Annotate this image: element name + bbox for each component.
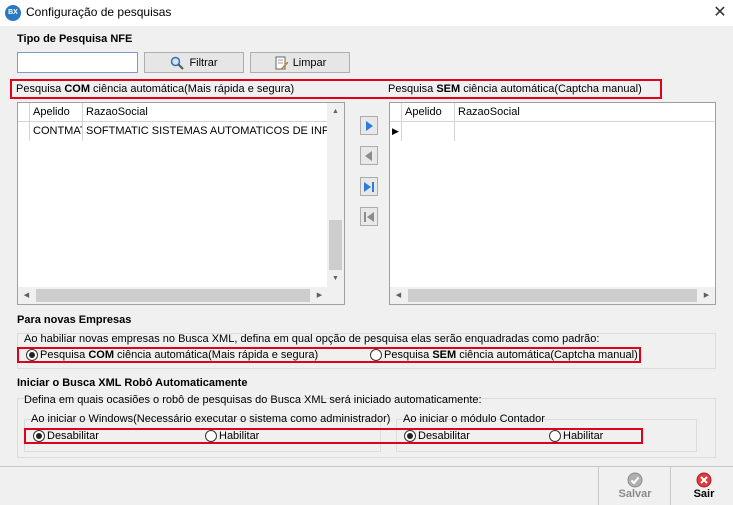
radio-windows-disable-label: Desabilitar	[47, 430, 99, 442]
arrow-right-end-icon	[364, 181, 374, 192]
radio-unchecked-icon	[205, 430, 217, 442]
scroll-up-icon[interactable]: ▲	[327, 103, 344, 120]
move-all-left-button[interactable]	[360, 207, 378, 226]
new-companies-description: Ao habiliar novas empresas no Busca XML,…	[24, 333, 600, 345]
radio-unchecked-icon	[549, 430, 561, 442]
radio-contador-enable-label: Habilitar	[563, 430, 604, 442]
move-left-button[interactable]	[360, 146, 378, 165]
scroll-left-icon[interactable]: ◀	[18, 287, 35, 304]
radio-new-com-label: Pesquisa COM ciência automática(Mais ráp…	[40, 349, 319, 361]
window-title: Configuração de pesquisas	[26, 5, 172, 19]
scroll-right-icon[interactable]: ▶	[698, 287, 715, 304]
contador-start-label: Ao iniciar o módulo Contador	[403, 413, 545, 425]
radio-windows-disable[interactable]: Desabilitar	[33, 430, 99, 442]
table-row[interactable]: ▶	[390, 122, 715, 141]
column-header-razaosocial[interactable]: RazaoSocial	[83, 103, 328, 122]
radio-windows-enable[interactable]: Habilitar	[205, 430, 259, 442]
app-logo-icon: BX	[5, 5, 21, 21]
search-section-title: Tipo de Pesquisa NFE	[17, 33, 133, 45]
exit-button[interactable]: Sair	[676, 472, 732, 500]
scroll-right-icon[interactable]: ▶	[311, 287, 328, 304]
right-panel-label: Pesquisa SEM ciência automática(Captcha …	[388, 83, 642, 95]
scroll-down-icon[interactable]: ▼	[327, 270, 344, 287]
save-button[interactable]: Salvar	[605, 472, 665, 500]
auto-start-description: Defina em quais ocasiões o robô de pesqu…	[24, 394, 482, 406]
radio-windows-enable-label: Habilitar	[219, 430, 260, 442]
close-icon[interactable]: ✕	[709, 2, 731, 24]
search-input[interactable]	[17, 52, 138, 73]
move-all-right-button[interactable]	[360, 177, 378, 196]
radio-new-sem[interactable]: Pesquisa SEM ciência automática(Captcha …	[370, 349, 638, 361]
radio-contador-disable-label: Desabilitar	[418, 430, 470, 442]
exit-button-label: Sair	[693, 488, 715, 500]
magnifier-icon	[171, 56, 185, 70]
save-button-label: Salvar	[618, 488, 652, 500]
row-pointer-icon: ▶	[390, 122, 402, 141]
left-panel-label: Pesquisa COM ciência automática(Mais ráp…	[16, 83, 295, 95]
radio-checked-icon	[33, 430, 45, 442]
radio-new-sem-label: Pesquisa SEM ciência automática(Captcha …	[384, 349, 638, 361]
column-header-razaosocial[interactable]: RazaoSocial	[455, 103, 715, 122]
cell-razaosocial: SOFTMATIC SISTEMAS AUTOMATICOS DE INFO	[86, 125, 328, 137]
left-grid-horizontal-scrollbar[interactable]: ◀ ▶	[18, 287, 328, 304]
auto-start-title: Iniciar o Busca XML Robô Automaticamente	[17, 377, 248, 389]
scroll-thumb[interactable]	[408, 289, 697, 302]
radio-contador-disable[interactable]: Desabilitar	[404, 430, 470, 442]
radio-checked-icon	[26, 349, 38, 361]
new-companies-title: Para novas Empresas	[17, 314, 132, 326]
move-right-button[interactable]	[360, 116, 378, 135]
filter-button-label: Filtrar	[189, 56, 218, 69]
left-grid-vertical-scrollbar[interactable]: ▲ ▼	[327, 103, 344, 287]
left-companies-grid[interactable]: Apelido RazaoSocial CONTMAT SOFTMATIC SI…	[17, 102, 345, 305]
right-grid-horizontal-scrollbar[interactable]: ◀ ▶	[390, 287, 715, 304]
right-companies-grid[interactable]: Apelido RazaoSocial ▶ ◀ ▶	[389, 102, 716, 305]
arrow-left-icon	[365, 150, 372, 161]
radio-contador-enable[interactable]: Habilitar	[549, 430, 603, 442]
clear-button[interactable]: Limpar	[250, 52, 350, 73]
column-header-apelido[interactable]: Apelido	[30, 103, 83, 122]
scroll-thumb[interactable]	[329, 220, 342, 270]
bottom-divider	[0, 466, 733, 467]
check-circle-icon	[627, 472, 643, 488]
clear-button-label: Limpar	[292, 56, 327, 69]
scroll-thumb[interactable]	[36, 289, 310, 302]
table-row[interactable]: CONTMAT SOFTMATIC SISTEMAS AUTOMATICOS D…	[18, 122, 328, 141]
eraser-icon	[275, 56, 288, 69]
radio-unchecked-icon	[370, 349, 382, 361]
arrow-right-icon	[366, 120, 373, 131]
column-header-apelido[interactable]: Apelido	[402, 103, 455, 122]
cell-apelido: CONTMAT	[30, 122, 83, 141]
arrow-left-end-icon	[364, 211, 374, 222]
scroll-left-icon[interactable]: ◀	[390, 287, 407, 304]
filter-button[interactable]: Filtrar	[144, 52, 244, 73]
radio-checked-icon	[404, 430, 416, 442]
windows-start-label: Ao iniciar o Windows(Necessário executar…	[31, 413, 391, 425]
close-circle-icon	[696, 472, 712, 488]
radio-new-com[interactable]: Pesquisa COM ciência automática(Mais ráp…	[26, 349, 318, 361]
